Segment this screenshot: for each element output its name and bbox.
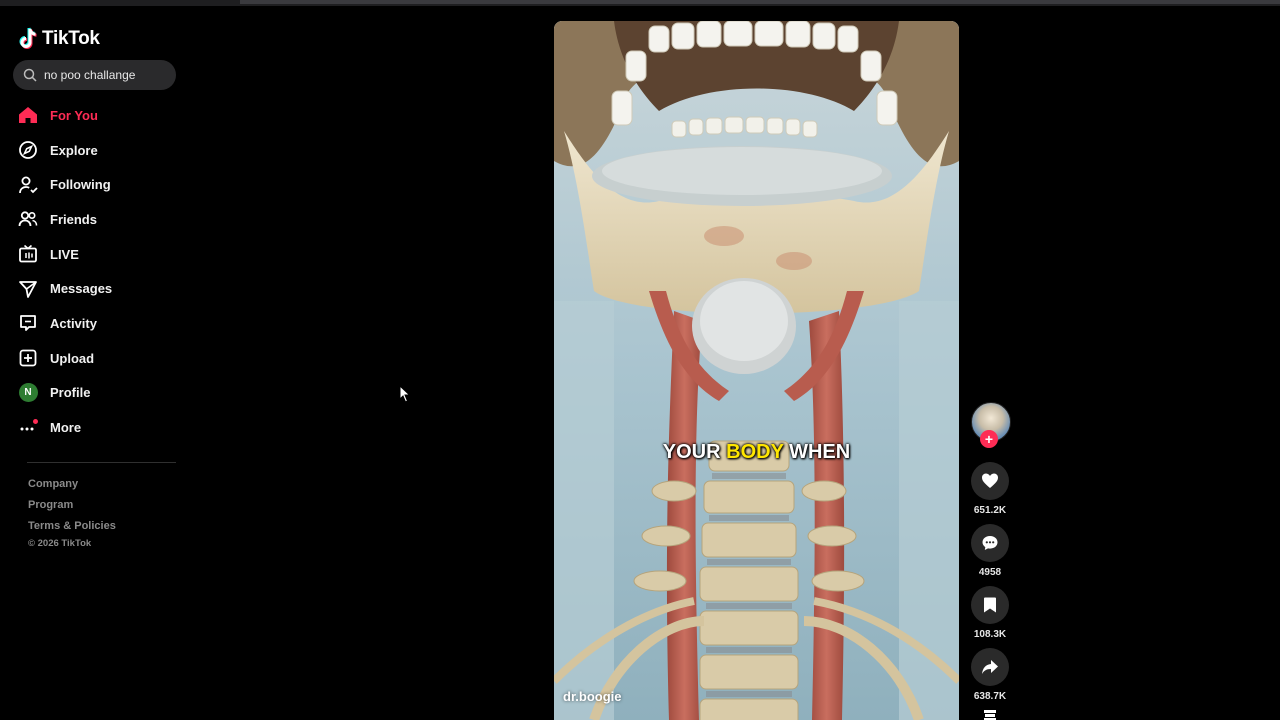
follow-plus-icon[interactable]: + <box>980 430 998 448</box>
heart-icon <box>982 473 998 488</box>
nav-label: Friends <box>50 211 97 227</box>
nav-item-friends[interactable]: Friends <box>17 202 182 237</box>
browser-top-bar <box>0 0 1280 6</box>
live-tv-icon <box>17 243 39 265</box>
comment-count: 4958 <box>978 567 1002 578</box>
nav-label: Messages <box>50 281 113 297</box>
comment-icon <box>982 536 998 550</box>
nav-label: Explore <box>50 142 98 158</box>
nav-item-activity[interactable]: Activity <box>17 306 182 341</box>
sidebar-divider <box>27 462 176 463</box>
profile-avatar: N <box>17 382 39 404</box>
like-action: 651.2K <box>971 462 1009 516</box>
nav-label: LIVE <box>50 246 79 262</box>
nav-item-for-you[interactable]: For You <box>17 98 182 133</box>
browser-strip <box>240 0 1280 4</box>
mouse-cursor <box>399 384 411 408</box>
comment-button[interactable] <box>971 524 1009 562</box>
nav-item-upload[interactable]: Upload <box>17 341 182 376</box>
like-count: 651.2K <box>973 505 1007 516</box>
caption-highlight: BODY <box>726 441 784 463</box>
tiktok-logo-icon <box>19 27 37 49</box>
bookmark-icon <box>984 597 996 613</box>
nav-label: Upload <box>50 350 95 366</box>
sidebar-footer: Company Program Terms & Policies © 2026 … <box>28 476 116 549</box>
save-count: 108.3K <box>973 629 1007 640</box>
footer-link-company[interactable]: Company <box>28 476 116 497</box>
caption-part1: YOUR <box>662 441 721 463</box>
nav-item-messages[interactable]: Messages <box>17 271 182 306</box>
nav-label: For You <box>50 107 98 123</box>
nav-item-more[interactable]: More <box>17 410 182 445</box>
tiktok-logo[interactable]: TikTok <box>18 24 100 54</box>
avatar-letter: N <box>18 383 38 403</box>
more-dots-icon <box>17 417 39 439</box>
nav-label: Activity <box>50 315 97 331</box>
share-icon <box>982 660 998 674</box>
nav-item-profile[interactable]: N Profile <box>17 376 182 411</box>
nav-label: Profile <box>50 385 91 401</box>
save-button[interactable] <box>971 586 1009 624</box>
video-player[interactable]: YOUR BODY WHEN dr.boogie <box>554 21 959 720</box>
search-value[interactable]: no poo challange <box>44 68 135 82</box>
caption-part2: WHEN <box>789 441 851 463</box>
sidebar: TikTok no poo challange For You Explore … <box>0 6 190 720</box>
nav-label: More <box>50 420 82 436</box>
logo-text: TikTok <box>42 28 100 49</box>
like-button[interactable] <box>971 462 1009 500</box>
plus-square-icon <box>17 347 39 369</box>
notification-dot <box>33 418 38 424</box>
nav-item-following[interactable]: Following <box>17 167 182 202</box>
comment-action: 4958 <box>971 524 1009 578</box>
home-icon <box>17 104 39 126</box>
copyright: © 2026 TikTok <box>28 538 92 549</box>
nav-item-live[interactable]: LIVE <box>17 237 182 272</box>
main-nav: For You Explore Following Friends LIVE M… <box>17 98 182 445</box>
activity-icon <box>17 312 39 334</box>
search-input[interactable]: no poo challange <box>13 60 176 90</box>
video-frame-anatomy <box>554 21 959 720</box>
send-icon <box>17 278 39 300</box>
nav-label: Following <box>50 177 111 193</box>
save-action: 108.3K <box>971 586 1009 640</box>
music-disc-icon[interactable] <box>971 709 1009 720</box>
friends-icon <box>17 208 39 230</box>
video-author[interactable]: dr.boogie <box>563 689 622 704</box>
compass-icon <box>17 139 39 161</box>
music-action <box>971 709 1009 720</box>
share-button[interactable] <box>971 648 1009 686</box>
share-action: 638.7K <box>971 648 1009 702</box>
share-count: 638.7K <box>973 691 1007 702</box>
footer-link-program[interactable]: Program <box>28 497 116 518</box>
search-icon[interactable] <box>22 67 38 83</box>
user-follow-icon <box>17 174 39 196</box>
nav-item-explore[interactable]: Explore <box>17 133 182 168</box>
footer-link-terms[interactable]: Terms & Policies <box>28 518 116 539</box>
video-caption: YOUR BODY WHEN <box>554 441 959 464</box>
